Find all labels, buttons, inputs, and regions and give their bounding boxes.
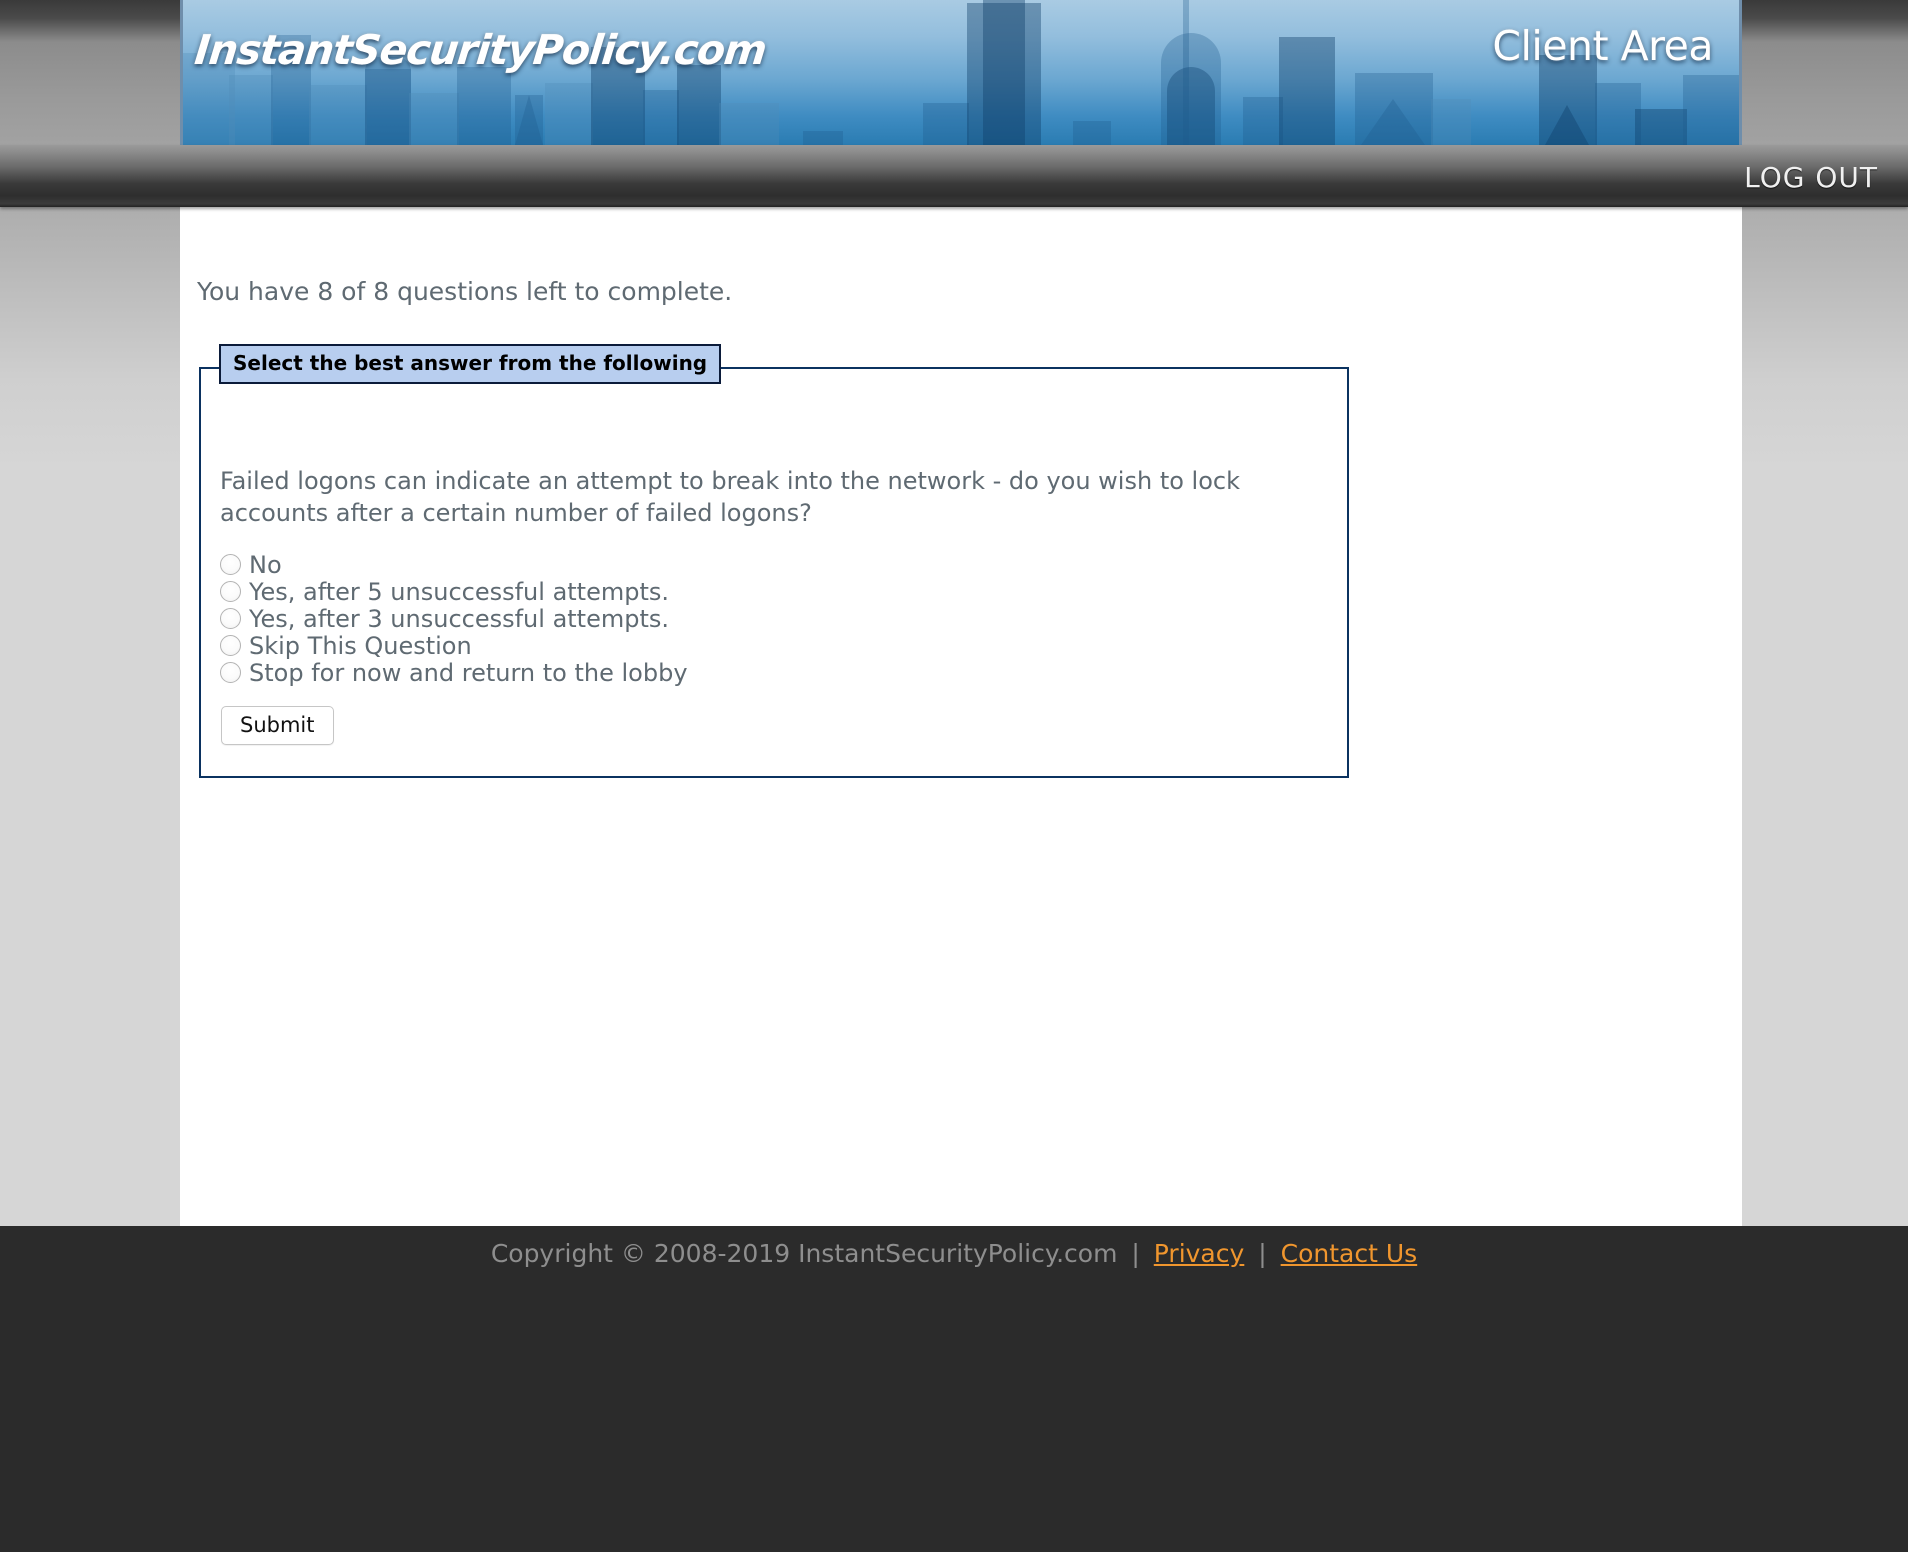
question-text: Failed logons can indicate an attempt to… (220, 467, 1240, 527)
answer-option-row[interactable]: Yes, after 5 unsuccessful attempts. (220, 578, 1320, 606)
skyline-building (1243, 97, 1283, 145)
fieldset-legend: Select the best answer from the followin… (219, 344, 722, 384)
submit-button[interactable]: Submit (221, 706, 334, 745)
answer-option-label[interactable]: Skip This Question (249, 632, 472, 660)
answer-fieldset: Select the best answer from the followin… (199, 344, 1349, 778)
site-footer: Copyright © 2008-2019 InstantSecurityPol… (0, 1226, 1908, 1552)
privacy-link[interactable]: Privacy (1154, 1239, 1245, 1268)
answer-option-label[interactable]: Yes, after 5 unsuccessful attempts. (249, 578, 669, 606)
skyline-tower-crown (983, 0, 1025, 145)
answer-option-label[interactable]: Yes, after 3 unsuccessful attempts. (249, 605, 669, 633)
nav-bar: LOG OUT (0, 145, 1908, 207)
footer-separator-1: | (1131, 1239, 1140, 1268)
skyline-building (643, 90, 679, 145)
answer-option-row[interactable]: Skip This Question (220, 632, 1320, 660)
site-logo: InstantSecurityPolicy.com (192, 26, 769, 74)
skyline-building (677, 65, 721, 145)
answer-option-row[interactable]: Stop for now and return to the lobby (220, 659, 1320, 687)
answer-option-label[interactable]: No (249, 551, 282, 579)
skyline-building (923, 103, 969, 145)
logout-link[interactable]: LOG OUT (1744, 161, 1878, 194)
skyline-building-round (1161, 33, 1221, 145)
radio-button-icon[interactable] (220, 608, 241, 629)
skyline-building (515, 95, 543, 145)
skyline-building (1431, 99, 1471, 145)
footer-text: Copyright © 2008-2019 InstantSecurityPol… (0, 1239, 1908, 1268)
skyline-building (409, 93, 459, 145)
skyline-building (1355, 73, 1433, 145)
skyline-building (545, 83, 593, 145)
contact-us-link[interactable]: Contact Us (1281, 1239, 1418, 1268)
answer-option-row[interactable]: No (220, 551, 1320, 579)
answer-option-label[interactable]: Stop for now and return to the lobby (249, 659, 688, 687)
skyline-building (1279, 37, 1335, 145)
radio-button-icon[interactable] (220, 581, 241, 602)
skyline-building (803, 131, 843, 145)
site-banner: InstantSecurityPolicy.com Client Area (180, 0, 1742, 145)
radio-button-icon[interactable] (220, 662, 241, 683)
skyline-antenna (1183, 0, 1189, 145)
skyline-building (1683, 75, 1739, 145)
footer-separator-2: | (1258, 1239, 1267, 1268)
answer-options-list: No Yes, after 5 unsuccessful attempts. Yes… (220, 551, 1320, 687)
radio-button-icon[interactable] (220, 554, 241, 575)
skyline-building (1073, 121, 1111, 145)
skyline-building (457, 67, 511, 145)
skyline-building (229, 75, 273, 145)
content-panel: You have 8 of 8 questions left to comple… (180, 207, 1742, 1226)
questions-remaining-text: You have 8 of 8 questions left to comple… (197, 277, 733, 306)
client-area-title: Client Area (1492, 22, 1713, 70)
radio-button-icon[interactable] (220, 635, 241, 656)
skyline-building (1635, 109, 1687, 145)
copyright-text: Copyright © 2008-2019 InstantSecurityPol… (490, 1239, 1118, 1268)
skyline-building (719, 103, 779, 145)
skyline-building (309, 85, 367, 145)
answer-option-row[interactable]: Yes, after 3 unsuccessful attempts. (220, 605, 1320, 633)
